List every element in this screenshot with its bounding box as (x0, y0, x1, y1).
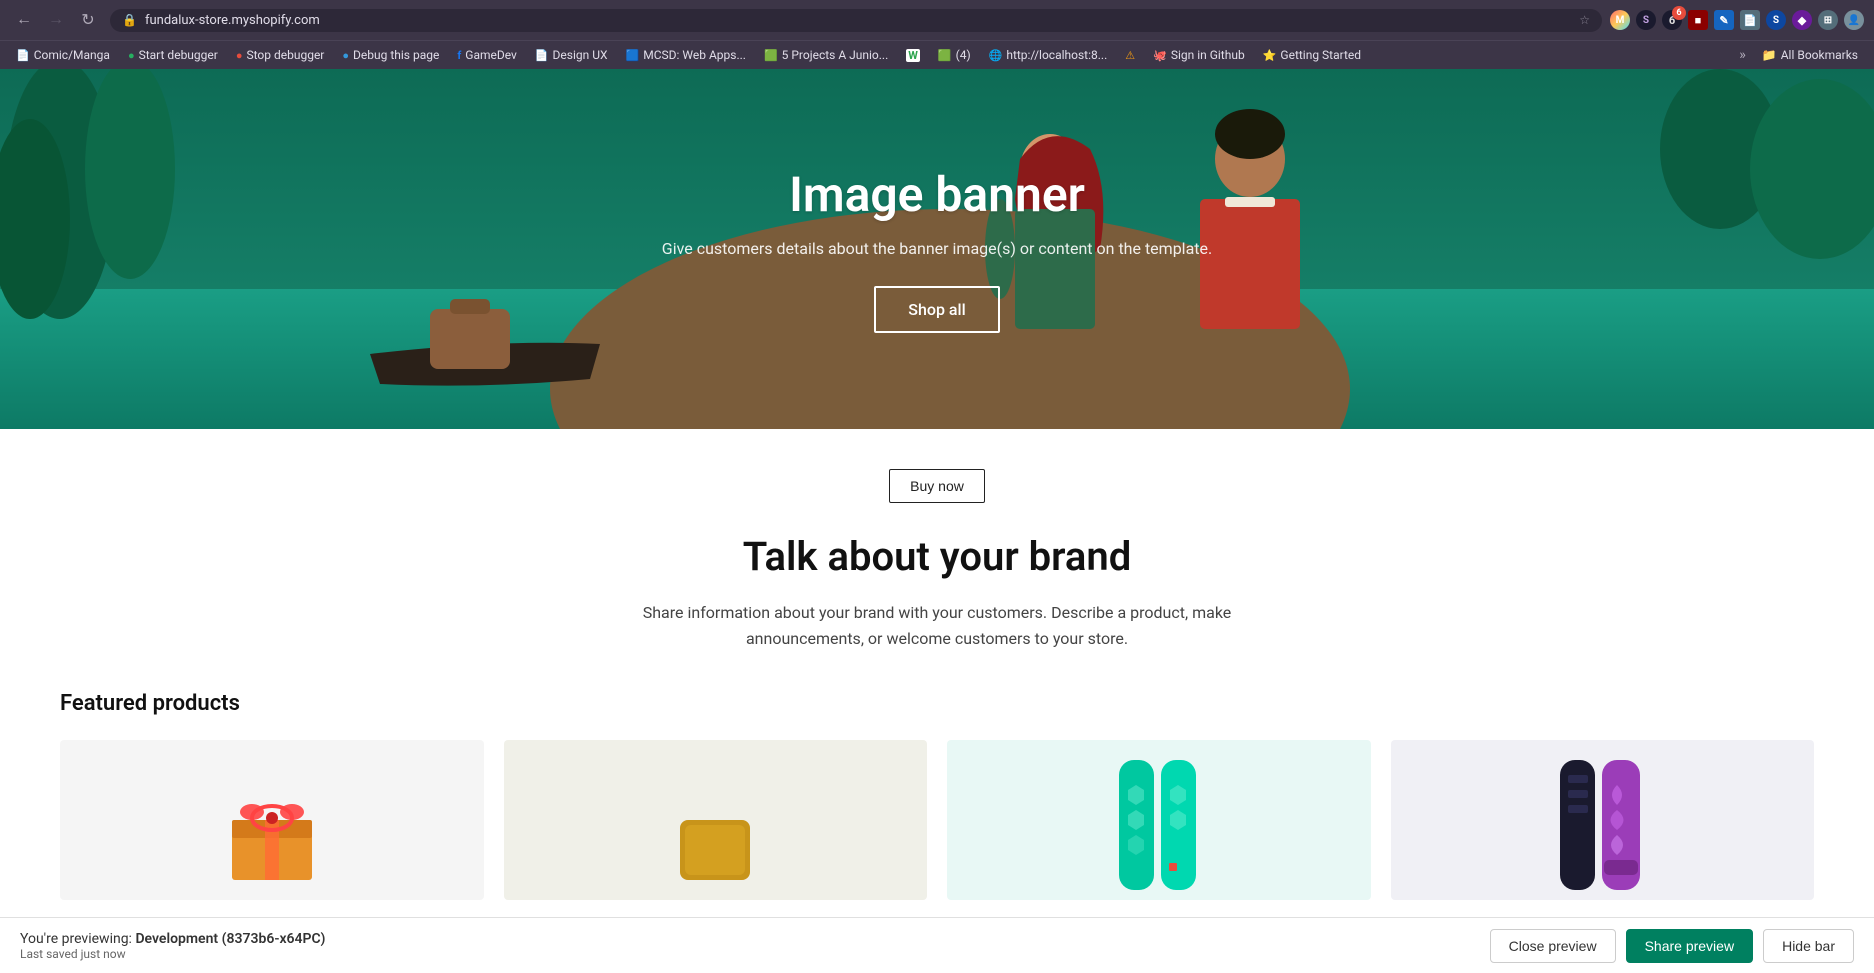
bookmark-label-stop: Stop debugger (246, 48, 324, 62)
bookmark-stop-debugger[interactable]: ● Stop debugger (228, 45, 333, 65)
ext-icon-s2[interactable]: S (1766, 10, 1786, 30)
bookmark-icon-gamedev: f (457, 49, 461, 62)
address-bar[interactable]: 🔒 fundalux-store.myshopify.com ☆ (110, 9, 1602, 32)
refresh-button[interactable]: ↻ (74, 6, 102, 34)
bookmark-icon-localhost: 🌐 (989, 49, 1003, 62)
bookmark-debug-page[interactable]: ● Debug this page (334, 45, 447, 65)
bookmarks-overflow-button[interactable]: » (1733, 44, 1752, 66)
page-content: Image banner Give customers details abou… (0, 69, 1874, 940)
bookmark-w[interactable]: W (898, 46, 928, 65)
preview-bar-actions: Close preview Share preview Hide bar (1490, 929, 1854, 963)
bookmark-icon-stop: ● (236, 49, 243, 62)
bookmark-label-debug: Debug this page (353, 48, 439, 62)
bookmark-icon-debug: ● (342, 49, 349, 62)
bookmark-gamedev[interactable]: f GameDev (449, 45, 525, 65)
all-bookmarks-label: All Bookmarks (1781, 48, 1858, 62)
product-card-3[interactable] (947, 740, 1371, 900)
bookmark-icon-design: 📄 (535, 49, 549, 62)
preview-saved-text: Last saved just now (20, 947, 325, 961)
product-card-1[interactable] (60, 740, 484, 900)
bookmark-label-github: Sign in Github (1171, 48, 1245, 62)
bookmark-icon-comic: 📄 (16, 49, 30, 62)
featured-products-title: Featured products (60, 691, 1814, 716)
bookmark-projects[interactable]: 🟩 5 Projects A Junio... (756, 45, 896, 65)
bookmark-icon-github: 🐙 (1153, 49, 1167, 62)
product-gift-icon (227, 790, 317, 900)
product-card-2[interactable] (504, 740, 928, 900)
bookmarks-bar: 📄 Comic/Manga ● Start debugger ● Stop de… (0, 40, 1874, 69)
ext-icon-edit[interactable]: ✎ (1714, 10, 1734, 30)
shop-all-button[interactable]: Shop all (874, 286, 999, 333)
browser-toolbar: ← → ↻ 🔒 fundalux-store.myshopify.com ☆ M… (0, 0, 1874, 40)
preview-bar: You're previewing: Development (8373b6-x… (0, 917, 1874, 973)
bookmark-label-localhost: http://localhost:8... (1006, 48, 1107, 62)
bookmark-label-design: Design UX (553, 48, 608, 62)
bookmark-label-mcsd: MCSD: Web Apps... (643, 48, 746, 62)
all-bookmarks-icon: 📁 (1762, 48, 1777, 62)
secure-icon: 🔒 (122, 13, 137, 27)
product-snowboard-teal-icon (1109, 755, 1209, 900)
product-soap-icon (670, 800, 760, 900)
bookmark-icon-start: ● (128, 49, 135, 62)
preview-bar-info: You're previewing: Development (8373b6-x… (20, 931, 325, 961)
hero-content: Image banner Give customers details abou… (662, 166, 1212, 333)
previewing-label: You're previewing: (20, 931, 132, 947)
hero-title: Image banner (662, 166, 1212, 223)
bookmark-start-debugger[interactable]: ● Start debugger (120, 45, 226, 65)
url-display: fundalux-store.myshopify.com (145, 13, 1571, 28)
bookmark-icon-started: ⭐ (1263, 49, 1277, 62)
product-card-4[interactable] (1391, 740, 1815, 900)
back-button[interactable]: ← (10, 6, 38, 34)
bookmark-icon-projects: 🟩 (764, 49, 778, 62)
bookmark-label-4: (4) (956, 48, 971, 62)
bookmark-mcsd[interactable]: 🟦 MCSD: Web Apps... (618, 45, 754, 65)
products-grid (60, 740, 1814, 900)
buy-now-button[interactable]: Buy now (889, 469, 985, 503)
featured-products-section: Featured products (20, 691, 1854, 900)
bookmark-icon-mcsd: 🟦 (626, 49, 640, 62)
bookmark-label-projects: 5 Projects A Junio... (782, 48, 889, 62)
preview-text: You're previewing: Development (8373b6-x… (20, 931, 325, 947)
product-snowboard-dark-icon (1552, 755, 1652, 900)
ext-icon-puzzle[interactable]: ⊞ (1818, 10, 1838, 30)
hide-bar-button[interactable]: Hide bar (1763, 929, 1854, 963)
ext-icon-doc[interactable]: 📄 (1740, 10, 1760, 30)
bookmark-icon-warning: ⚠ (1125, 49, 1135, 62)
ext-icon-badge[interactable]: 6 (1662, 10, 1682, 30)
bookmark-4[interactable]: 🟩 (4) (930, 45, 979, 65)
brand-subtitle: Share information about your brand with … (637, 600, 1237, 651)
bookmark-icon-w: W (906, 49, 920, 62)
all-bookmarks-link[interactable]: 📁 All Bookmarks (1754, 45, 1866, 65)
preview-env-name: Development (8373b6-x64PC) (135, 931, 325, 947)
bookmark-warning[interactable]: ⚠ (1117, 46, 1143, 65)
browser-extension-icons: M S 6 ■ ✎ 📄 S ◆ ⊞ 👤 (1610, 10, 1864, 30)
bookmark-getting-started[interactable]: ⭐ Getting Started (1255, 45, 1369, 65)
ext-icon-red[interactable]: ■ (1688, 10, 1708, 30)
hero-subtitle: Give customers details about the banner … (662, 239, 1212, 258)
bookmark-label-start: Start debugger (139, 48, 218, 62)
bookmark-github[interactable]: 🐙 Sign in Github (1145, 45, 1253, 65)
bookmark-design-ux[interactable]: 📄 Design UX (527, 45, 616, 65)
bookmark-label-started: Getting Started (1280, 48, 1361, 62)
hero-banner: Image banner Give customers details abou… (0, 69, 1874, 429)
bookmark-localhost[interactable]: 🌐 http://localhost:8... (981, 45, 1116, 65)
ext-icon-person[interactable]: 👤 (1844, 10, 1864, 30)
nav-buttons: ← → ↻ (10, 6, 102, 34)
bookmark-label-comic: Comic/Manga (34, 48, 110, 62)
share-preview-button[interactable]: Share preview (1626, 929, 1754, 963)
ext-icon-multicolor[interactable]: M (1610, 10, 1630, 30)
browser-chrome: ← → ↻ 🔒 fundalux-store.myshopify.com ☆ M… (0, 0, 1874, 69)
bookmark-label-gamedev: GameDev (465, 48, 517, 62)
ext-icon-diamond[interactable]: ◆ (1792, 10, 1812, 30)
star-icon[interactable]: ☆ (1579, 13, 1590, 27)
close-preview-button[interactable]: Close preview (1490, 929, 1616, 963)
ext-icon-s1[interactable]: S (1636, 10, 1656, 30)
brand-title: Talk about your brand (20, 533, 1854, 580)
main-content: Buy now Talk about your brand Share info… (0, 429, 1874, 940)
forward-button[interactable]: → (42, 6, 70, 34)
bookmark-icon-4: 🟩 (938, 49, 952, 62)
bookmark-comic-manga[interactable]: 📄 Comic/Manga (8, 45, 118, 65)
